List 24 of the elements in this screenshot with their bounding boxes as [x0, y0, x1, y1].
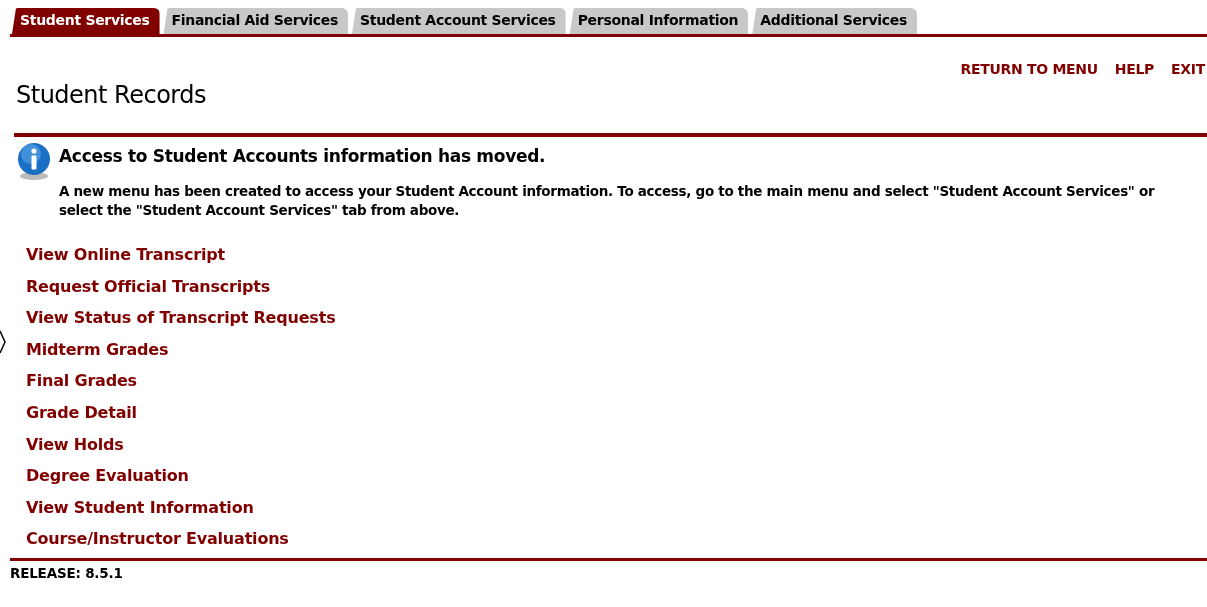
- notice-message: A new menu has been created to access your Student Account information. To access, go to the main menu and select "Student Account Services" or select the "Student Account Services" tab from above.: [59, 182, 1156, 220]
- menu-link[interactable]: Midterm Grades: [26, 338, 169, 361]
- notice-heading: Access to Student Accounts information has moved.: [59, 146, 547, 166]
- tab[interactable]: Student Services: [12, 8, 160, 34]
- nav-link[interactable]: EXIT: [1171, 61, 1205, 77]
- menu-link[interactable]: View Holds: [26, 433, 124, 456]
- page-title: Student Records: [16, 81, 208, 109]
- tab[interactable]: Personal Information: [569, 8, 749, 34]
- menu-link[interactable]: Final Grades: [26, 370, 137, 392]
- tab[interactable]: Student Account Services: [351, 8, 566, 34]
- chevron-icon: [0, 330, 6, 354]
- menu-link[interactable]: View Online Transcript: [26, 244, 225, 266]
- menu-link[interactable]: Grade Detail: [26, 401, 137, 424]
- tab[interactable]: Financial Aid Services: [163, 8, 348, 34]
- release-label: RELEASE: 8.5.1: [10, 564, 124, 581]
- menu-link[interactable]: View Status of Transcript Requests: [26, 307, 336, 329]
- tab[interactable]: Additional Services: [752, 8, 917, 34]
- menu-link[interactable]: Course/Instructor Evaluations: [26, 528, 289, 550]
- info-icon: [17, 143, 51, 181]
- menu-link[interactable]: Request Official Transcripts: [26, 275, 271, 298]
- nav-link[interactable]: HELP: [1114, 61, 1155, 77]
- nav-link[interactable]: RETURN TO MENU: [960, 61, 1098, 77]
- menu-link[interactable]: Degree Evaluation: [26, 465, 189, 487]
- menu-link[interactable]: View Student Information: [26, 496, 254, 519]
